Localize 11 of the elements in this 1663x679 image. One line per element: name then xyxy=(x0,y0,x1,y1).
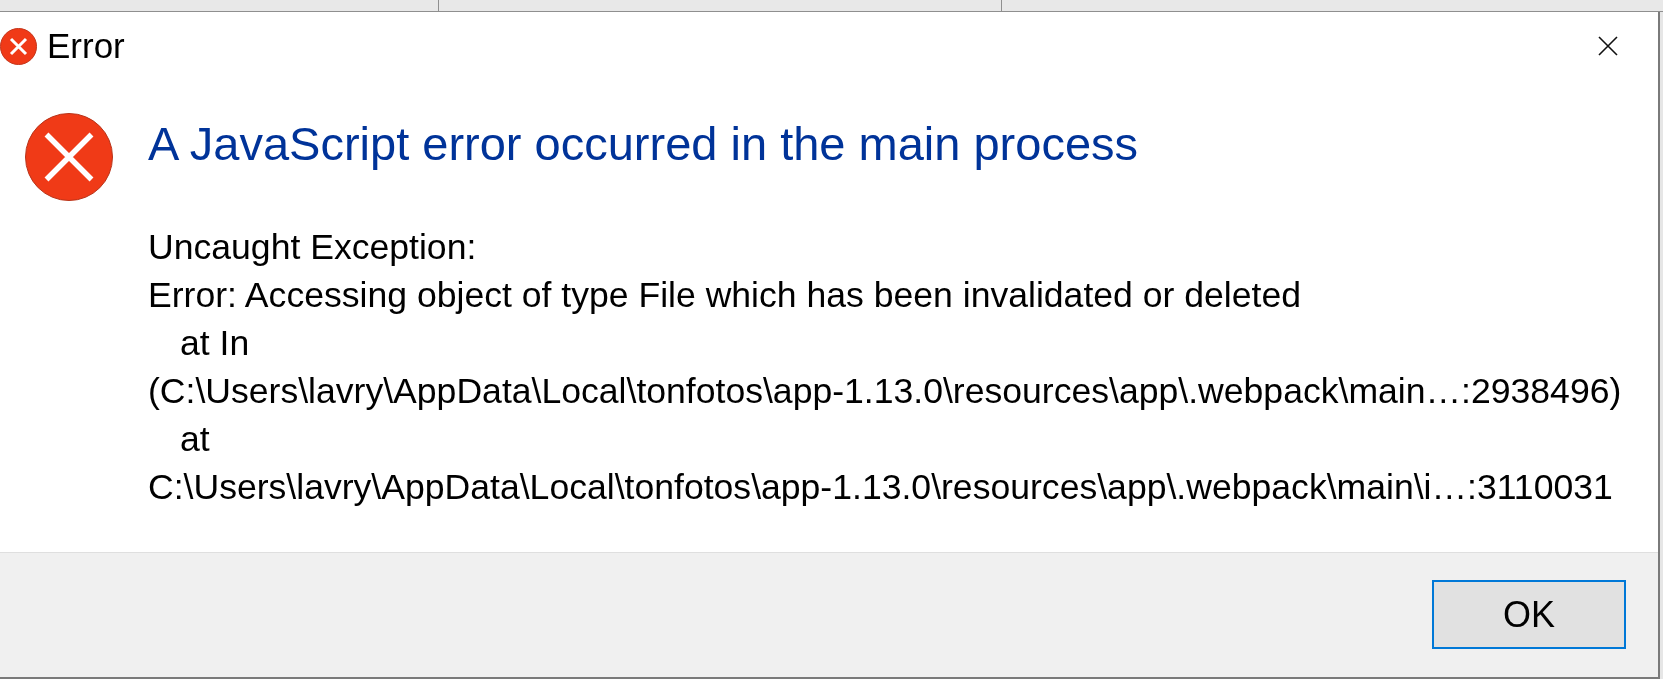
stack-frame-label: at In xyxy=(180,322,250,365)
error-heading: A JavaScript error occurred in the main process xyxy=(148,117,1140,171)
ok-button[interactable]: OK xyxy=(1432,580,1626,649)
message-line: Uncaught Exception: xyxy=(148,226,477,269)
window-title: Error xyxy=(47,26,125,66)
stack-frame-location: C:\Users\lavry\AppData\Local\tonfotos\app-1.13.0\resources\app\.webpack\main\i…:3110031 xyxy=(148,466,1613,509)
close-icon[interactable] xyxy=(1598,36,1618,56)
stack-frame-label: at xyxy=(180,418,210,461)
error-icon xyxy=(25,113,113,201)
message-line: Error: Accessing object of type File which has been invalidated or deleted xyxy=(148,274,1301,317)
stack-frame-location: (C:\Users\lavry\AppData\Local\tonfotos\app-1.13.0\resources\app\.webpack\main…:2938496) xyxy=(148,370,1622,413)
